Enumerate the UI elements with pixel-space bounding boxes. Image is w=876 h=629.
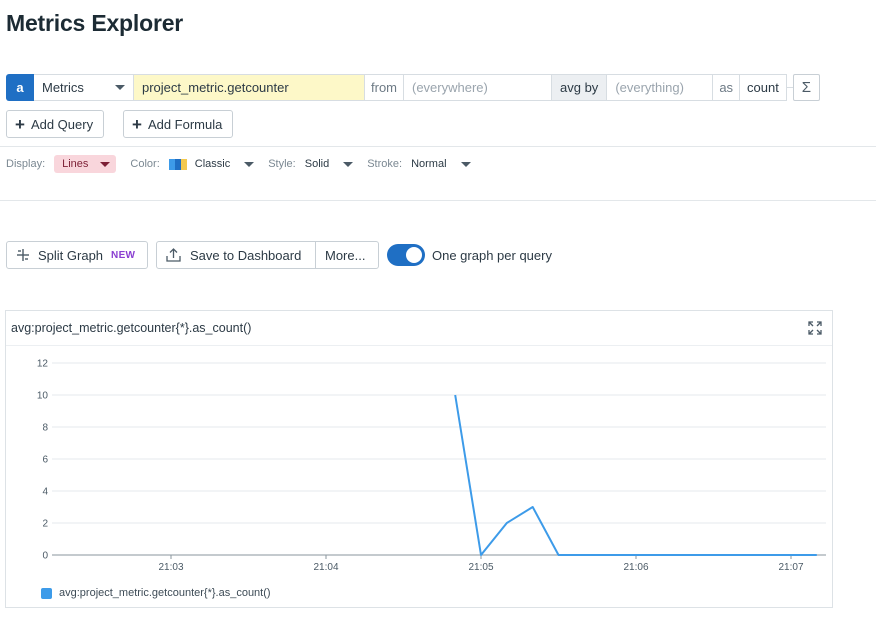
chevron-down-icon [343,161,354,167]
chart-legend[interactable]: avg:project_metric.getcounter{*}.as_coun… [41,587,271,599]
chevron-down-icon [100,161,111,167]
data-source-dropdown[interactable]: Metrics [34,74,134,101]
upload-icon [166,248,181,262]
color-label: Color: [130,158,160,170]
split-graph-label: Split Graph [38,247,104,263]
graph-panel: avg:project_metric.getcounter{*}.as_coun… [5,310,833,608]
display-label: Display: [6,158,46,170]
y-tick-label: 2 [42,519,48,530]
add-query-button[interactable]: + Add Query [6,110,105,138]
y-tick-label: 10 [37,391,49,402]
chevron-down-icon [460,161,471,167]
y-tick-label: 6 [42,455,48,466]
as-label: as [713,74,741,101]
display-options: Display: Lines Color: Classic Style: Sol… [6,153,485,175]
add-query-label: Add Query [30,116,94,132]
chevron-down-icon [115,85,125,90]
one-graph-per-query-toggle[interactable] [387,244,425,266]
save-to-dashboard-button[interactable]: Save to Dashboard [156,241,316,269]
page-title: Metrics Explorer [6,10,184,36]
plus-icon: + [15,114,25,134]
display-type-value: Lines [62,158,89,170]
stroke-label: Stroke: [367,158,403,170]
line-style-value: Solid [304,158,330,170]
y-tick-label: 0 [42,551,48,562]
save-to-dashboard-label: Save to Dashboard [190,247,302,263]
query-row: a Metrics project_metric.getcounter from… [6,74,820,101]
plus-icon: + [132,114,142,134]
x-tick-label: 21:03 [158,562,183,573]
one-graph-per-query-label: One graph per query [432,248,552,263]
group-by-input[interactable]: (everything) [607,74,714,101]
y-tick-label: 8 [42,423,48,434]
x-tick-label: 21:05 [468,562,493,573]
query-letter-badge[interactable]: a [6,74,34,101]
toggle-knob [406,247,422,263]
palette-swatch-yellow [180,158,187,170]
add-formula-label: Add Formula [147,116,223,132]
stroke-value: Normal [411,158,447,170]
aggregation-dropdown[interactable]: avg by [552,74,608,101]
add-formula-button[interactable]: + Add Formula [123,110,234,138]
color-palette-value: Classic [194,158,231,170]
from-label: from [365,74,404,101]
chevron-down-icon [244,161,255,167]
data-source-label: Metrics [42,80,84,95]
options-divider [0,146,876,147]
line-chart[interactable]: 0 2 4 6 8 10 12 21:03 21:04 21:05 21:06 21:07 [6,311,834,609]
function-sigma-button[interactable]: Σ [792,74,820,101]
y-tick-label: 12 [37,359,49,370]
legend-swatch [41,587,52,599]
new-badge: NEW [111,249,136,261]
connector-line [786,87,793,88]
x-tick-label: 21:06 [623,562,648,573]
series-line [454,394,817,556]
section-divider [0,200,876,201]
y-tick-label: 4 [42,487,48,498]
as-count-modifier[interactable]: count [740,74,787,101]
from-scope-input[interactable]: (everywhere) [404,74,552,101]
more-button[interactable]: More... [315,241,379,269]
palette-icon [168,158,187,170]
style-label: Style: [268,158,296,170]
split-graph-icon [17,249,29,261]
color-palette-dropdown[interactable]: Classic [168,158,255,170]
legend-label: avg:project_metric.getcounter{*}.as_coun… [59,587,271,599]
x-tick-label: 21:04 [313,562,338,573]
metric-input[interactable]: project_metric.getcounter [134,74,365,101]
display-type-dropdown[interactable]: Lines [54,155,117,173]
stroke-dropdown[interactable]: Normal [411,158,471,170]
split-graph-button[interactable]: Split Graph NEW [6,241,148,269]
x-tick-label: 21:07 [778,562,803,573]
line-style-dropdown[interactable]: Solid [304,158,354,170]
